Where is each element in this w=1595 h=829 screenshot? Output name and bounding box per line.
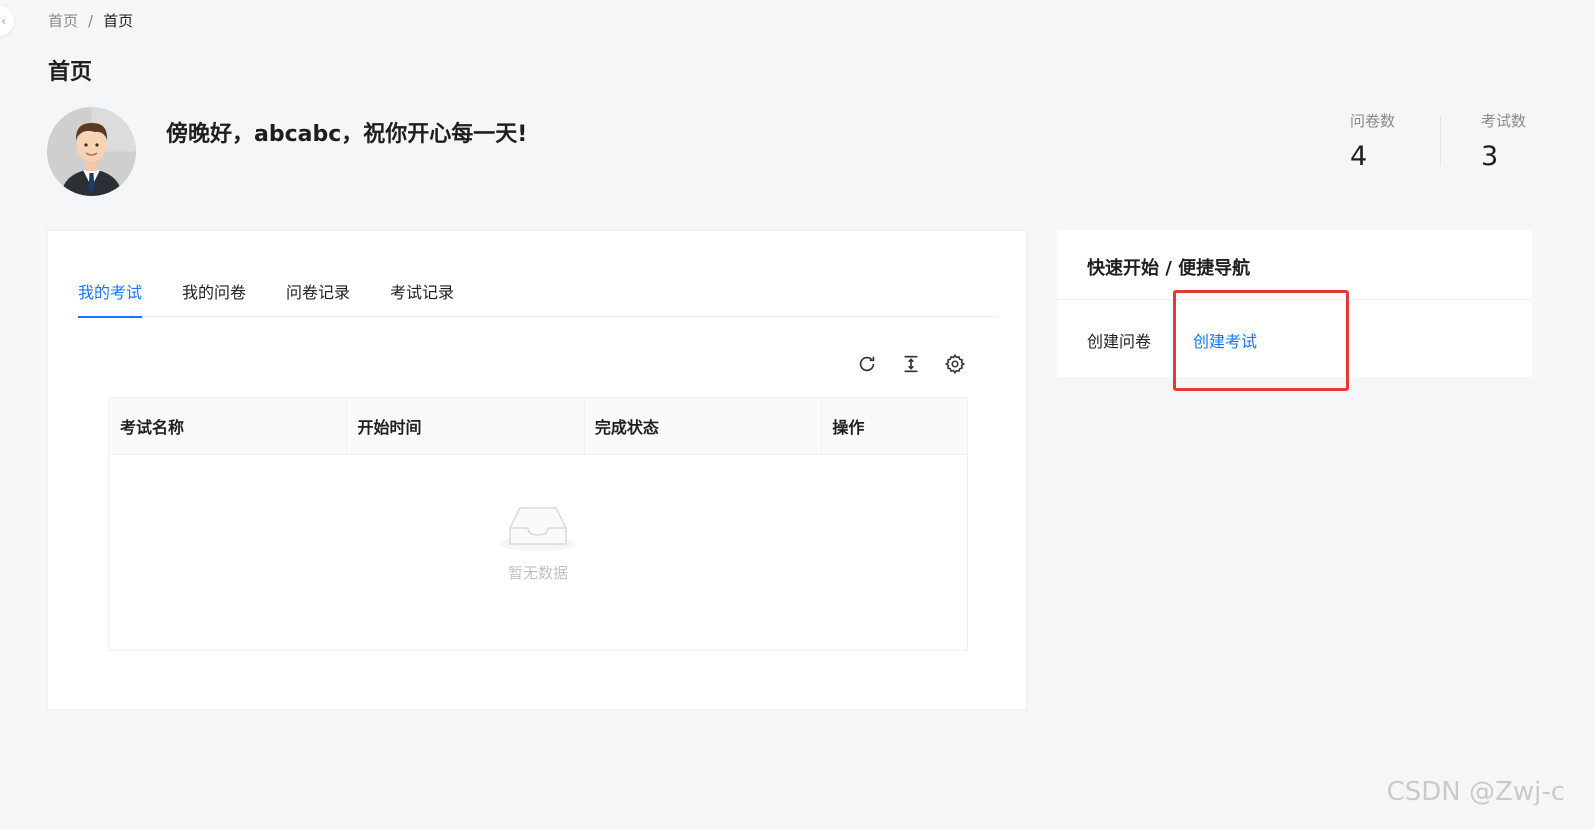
setting-icon[interactable] bbox=[944, 353, 966, 375]
sidebar-collapse-toggle[interactable]: ‹ bbox=[0, 6, 14, 36]
tab-my-questionnaires[interactable]: 我的问卷 bbox=[182, 267, 246, 317]
reload-icon[interactable] bbox=[856, 353, 878, 375]
empty-state: 暂无数据 bbox=[109, 498, 967, 583]
create-questionnaire-link[interactable]: 创建问卷 bbox=[1087, 328, 1151, 352]
table-header: 考试名称 开始时间 完成状态 操作 bbox=[109, 398, 967, 455]
watermark: CSDN @Zwj-c bbox=[1386, 777, 1565, 807]
quick-nav-title: 快速开始 / 便捷导航 bbox=[1087, 258, 1251, 279]
tab-bar: 我的考试 我的问卷 问卷记录 考试记录 bbox=[78, 267, 998, 318]
stat-divider bbox=[1440, 116, 1441, 166]
stat-questionnaire-count: 问卷数 4 bbox=[1350, 110, 1395, 172]
breadcrumb: 首页 / 首页 bbox=[48, 10, 133, 31]
table-toolbar bbox=[856, 353, 966, 375]
chevron-left-icon: ‹ bbox=[1, 14, 6, 28]
tab-questionnaire-records[interactable]: 问卷记录 bbox=[286, 267, 350, 317]
stat-label: 考试数 bbox=[1481, 112, 1527, 130]
stat-value: 4 bbox=[1350, 141, 1368, 172]
breadcrumb-separator: / bbox=[88, 11, 94, 30]
empty-state-text: 暂无数据 bbox=[507, 564, 568, 582]
column-header-status: 完成状态 bbox=[583, 398, 821, 454]
column-header-actions: 操作 bbox=[821, 398, 967, 454]
stat-label: 问卷数 bbox=[1350, 112, 1396, 130]
greeting-text: 傍晚好，abcabc，祝你开心每一天! bbox=[166, 122, 528, 147]
breadcrumb-current: 首页 bbox=[103, 12, 134, 30]
column-height-icon[interactable] bbox=[900, 353, 922, 375]
avatar bbox=[47, 107, 136, 196]
stat-exam-count: 考试数 3 bbox=[1481, 110, 1526, 172]
highlight-annotation-box bbox=[1173, 290, 1349, 391]
exam-tabs-card: 我的考试 我的问卷 问卷记录 考试记录 考试名称 开始时间 完成状态 操作 暂无… bbox=[47, 230, 1027, 710]
exam-table: 考试名称 开始时间 完成状态 操作 暂无数据 bbox=[108, 397, 968, 651]
tab-my-exams[interactable]: 我的考试 bbox=[78, 267, 143, 318]
page-title: 首页 bbox=[48, 60, 93, 85]
empty-inbox-icon bbox=[500, 507, 576, 551]
stat-value: 3 bbox=[1481, 141, 1499, 172]
column-header-exam-name: 考试名称 bbox=[120, 418, 185, 437]
breadcrumb-home[interactable]: 首页 bbox=[48, 10, 78, 31]
tab-exam-records[interactable]: 考试记录 bbox=[390, 267, 454, 317]
column-header-start-time: 开始时间 bbox=[346, 398, 583, 454]
